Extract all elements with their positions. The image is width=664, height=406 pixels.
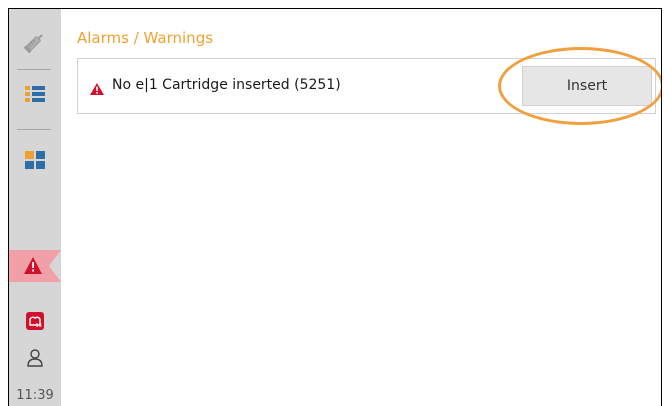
- sidebar: 13 11:39: [9, 9, 61, 406]
- device-screen: 13 11:39 Alarms / Warnings No e|1 Cartri…: [8, 8, 662, 406]
- alarm-message: No e|1 Cartridge inserted (5251): [112, 77, 341, 93]
- clock: 11:39: [16, 388, 54, 403]
- svg-text:13: 13: [36, 323, 42, 329]
- syringe-icon[interactable]: [9, 25, 61, 59]
- grid-icon[interactable]: [9, 147, 61, 173]
- page-title: Alarms / Warnings: [77, 29, 214, 47]
- cartridge-icon[interactable]: 13: [9, 309, 61, 333]
- alarm-row: No e|1 Cartridge inserted (5251) Insert: [77, 58, 656, 114]
- alarm-tab[interactable]: [9, 250, 61, 282]
- user-icon[interactable]: [9, 345, 61, 371]
- list-icon[interactable]: [9, 81, 61, 107]
- insert-button[interactable]: Insert: [522, 66, 652, 106]
- main-content: Alarms / Warnings No e|1 Cartridge inser…: [61, 9, 661, 406]
- sidebar-divider: [17, 129, 51, 130]
- warning-icon: [90, 80, 104, 99]
- sidebar-divider: [17, 69, 51, 70]
